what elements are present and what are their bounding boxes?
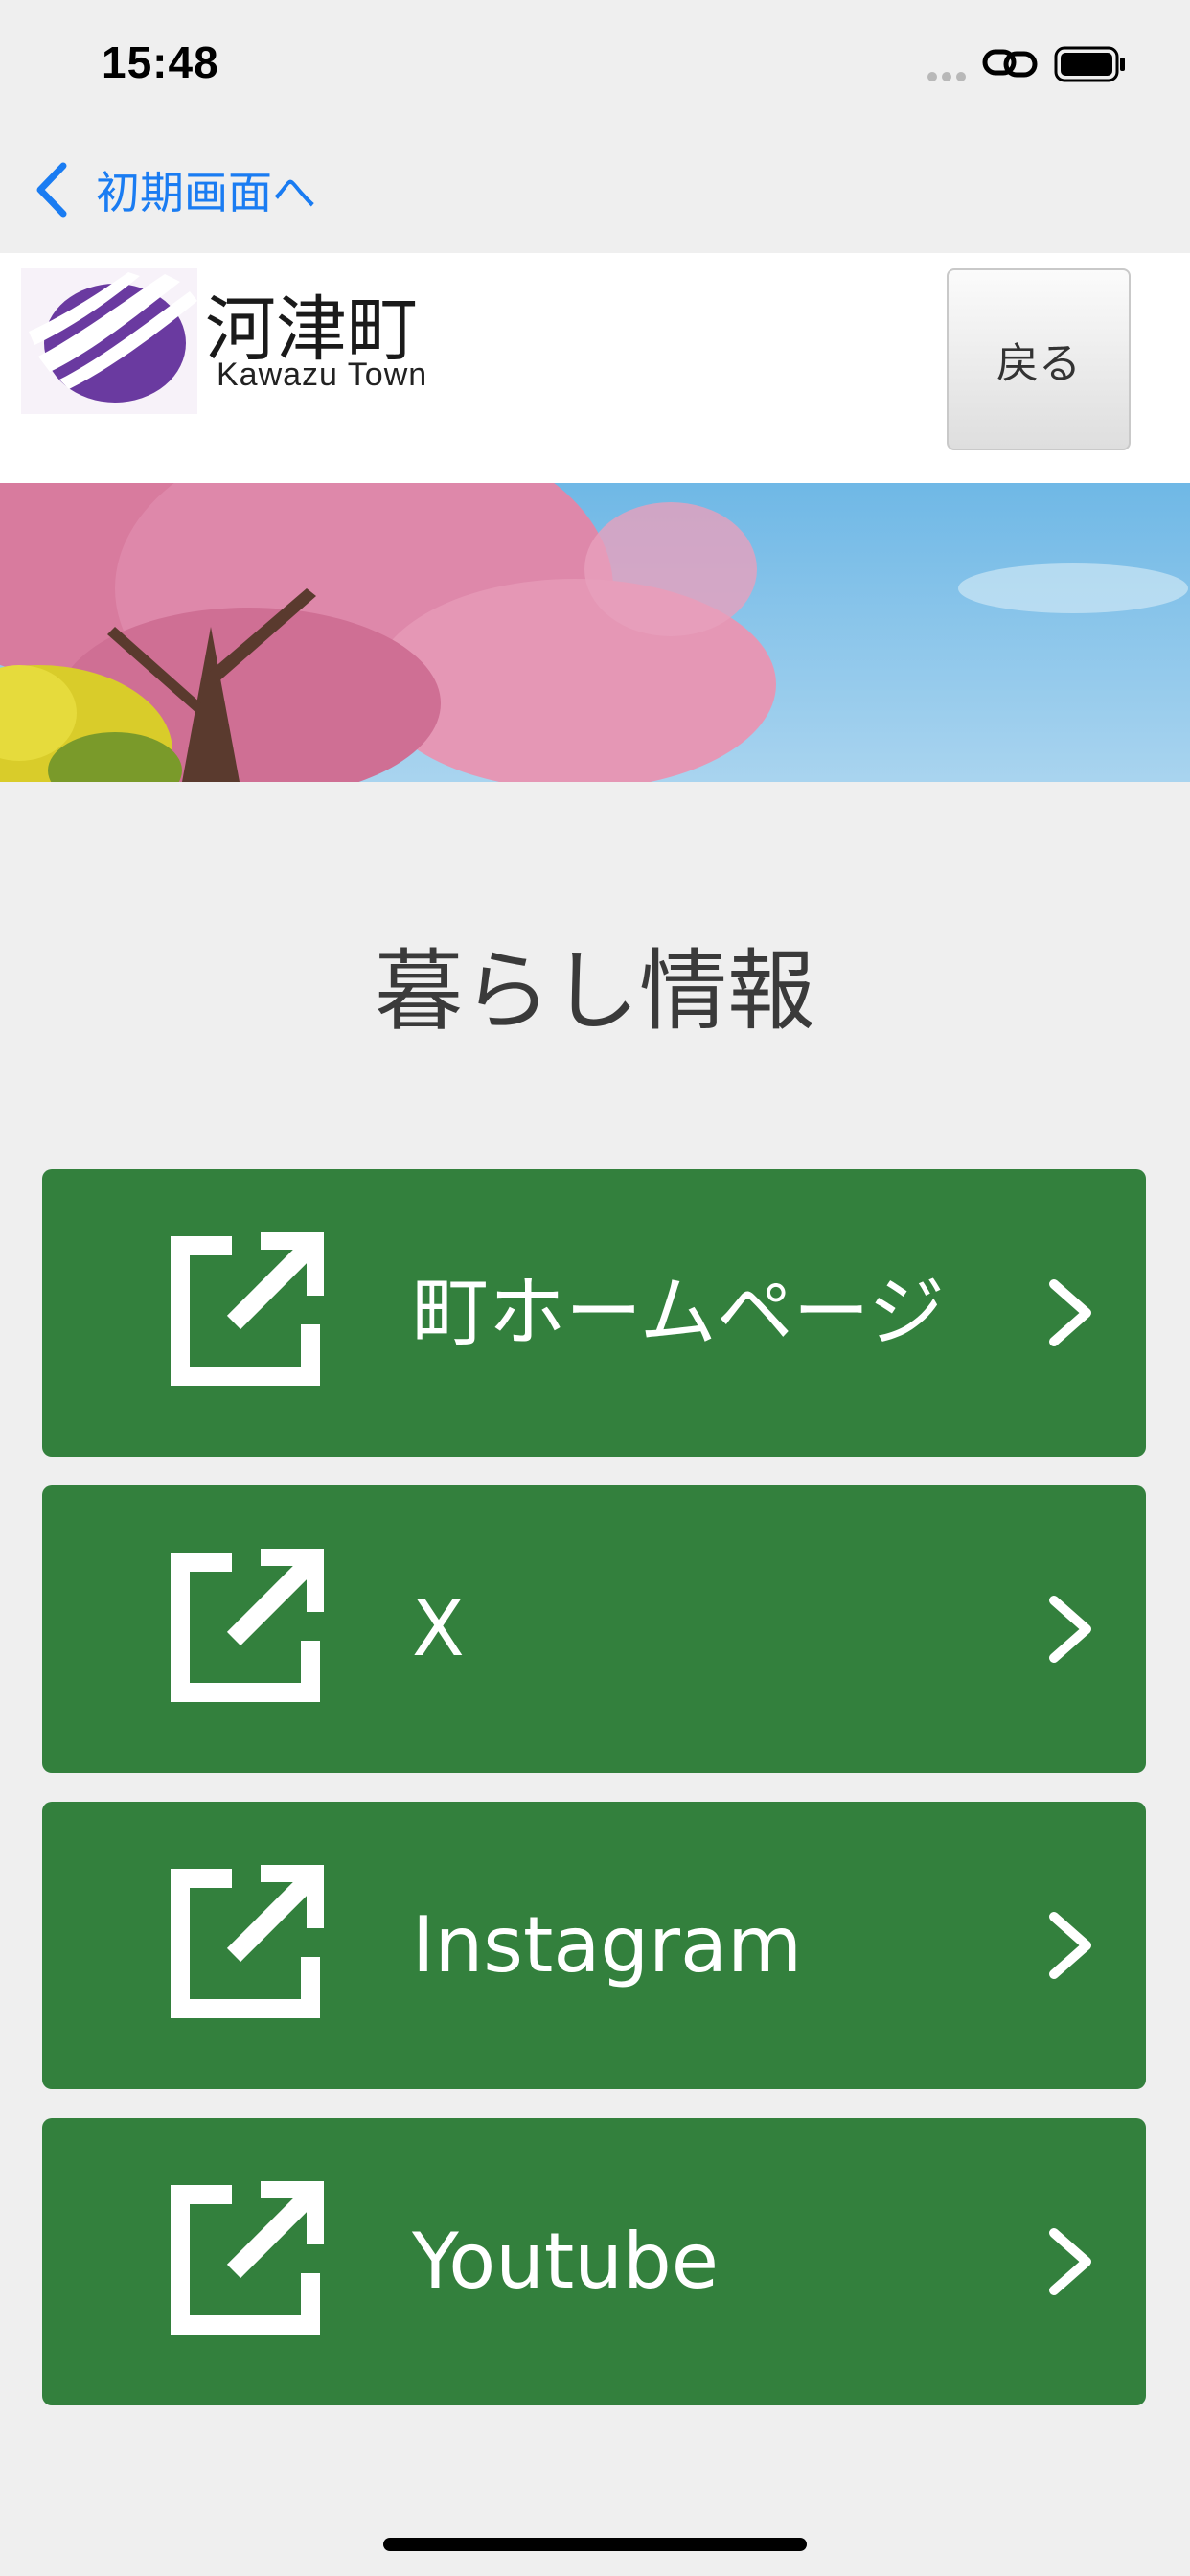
back-button[interactable]: 戻る [947,268,1131,450]
chevron-left-icon [36,162,67,218]
chevron-right-icon [1049,1279,1091,1346]
external-link-icon [171,1865,324,2018]
link-list: 町ホームページ X Instagram Youtube [42,1169,1146,2434]
status-bar: 15:48 [0,0,1190,126]
site-header: 河津町 Kawazu Town 戻る [0,253,1190,483]
status-time: 15:48 [102,37,219,87]
external-link-icon [171,1549,324,1702]
hero-image [0,483,1190,782]
section-title: 暮らし情報 [374,940,815,1043]
link-label: Youtube [412,2217,719,2306]
battery-icon [1054,46,1125,82]
chevron-right-icon [1049,1912,1091,1979]
link-label: X [412,1584,465,1673]
nav-back-button[interactable]: 初期画面へ [33,153,316,226]
link-x-button[interactable]: X [42,1485,1146,1773]
link-icon [982,49,1038,78]
link-label: Instagram [412,1900,802,1990]
link-youtube-button[interactable]: Youtube [42,2118,1146,2405]
town-logo-icon [21,268,197,414]
town-name-english: Kawazu Town [217,356,428,393]
external-link-icon [171,2181,324,2334]
nav-back-label: 初期画面へ [96,167,316,218]
chevron-right-icon [1049,1596,1091,1663]
home-indicator[interactable] [383,2538,807,2551]
signal-dots-icon [927,67,971,85]
link-instagram-button[interactable]: Instagram [42,1802,1146,2089]
external-link-icon [171,1232,324,1386]
chevron-right-icon [1049,2228,1091,2295]
link-homepage-button[interactable]: 町ホームページ [42,1169,1146,1457]
link-label: 町ホームページ [412,1268,945,1357]
